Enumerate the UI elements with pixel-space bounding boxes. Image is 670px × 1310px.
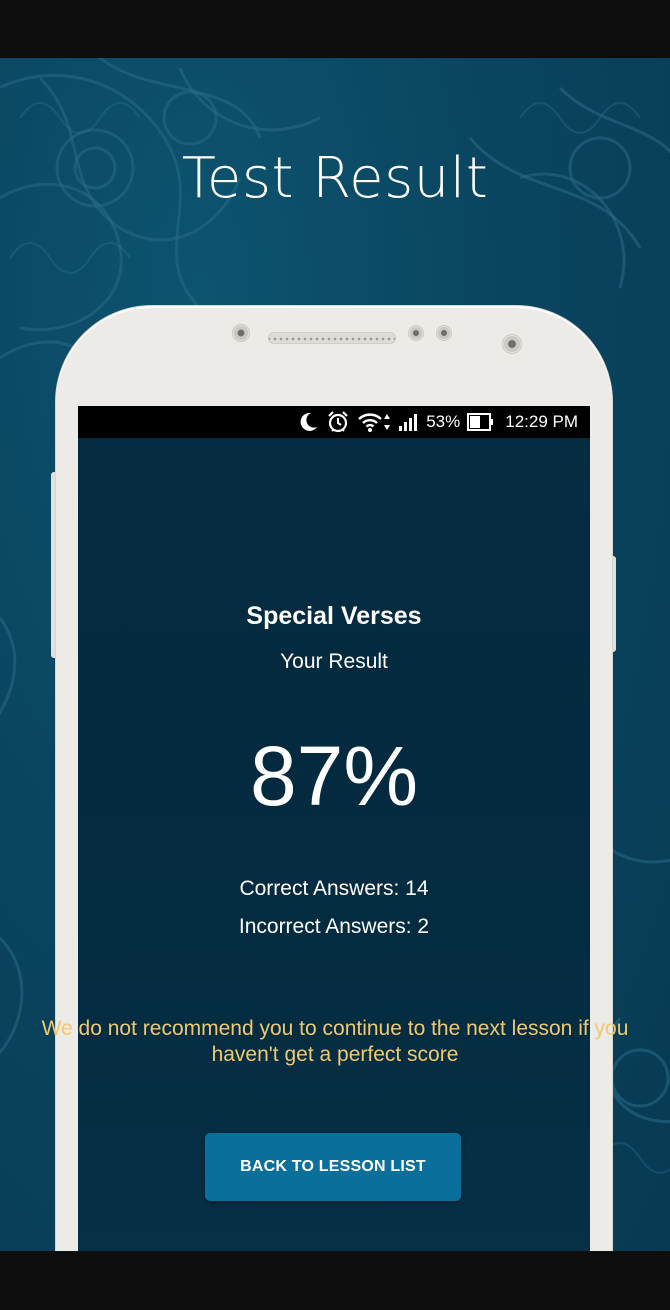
- battery-percent: 53%: [426, 412, 461, 431]
- correct-answers: Correct Answers: 14: [239, 877, 429, 900]
- perfect-score-warning: We do not recommend you to continue to t…: [41, 1017, 629, 1066]
- status-bar: 53% 12:29 PM: [78, 406, 590, 438]
- signal-icon: [398, 412, 420, 432]
- wifi-icon: [357, 411, 391, 433]
- promo-title: Test Result: [181, 146, 489, 211]
- lesson-title: Special Verses: [246, 602, 422, 630]
- light-sensor-icon: [436, 325, 452, 341]
- score-percent: 87%: [249, 729, 419, 823]
- moon-icon: [297, 411, 319, 433]
- earpiece-speaker: [268, 332, 396, 344]
- bottom-letterbox: [0, 1251, 670, 1310]
- front-camera-icon: [502, 334, 522, 354]
- proximity-sensor-icon: [408, 325, 424, 341]
- back-to-lesson-list-button[interactable]: BACK TO LESSON LIST: [205, 1133, 461, 1201]
- result-subtitle: Your Result: [280, 650, 388, 673]
- status-time: 12:29 PM: [505, 412, 578, 431]
- app-screen: 53% 12:29 PM Special Verses Your Result …: [78, 406, 590, 1251]
- top-letterbox: [0, 0, 670, 58]
- incorrect-answers: Incorrect Answers: 2: [238, 915, 430, 938]
- battery-icon: [467, 412, 495, 432]
- alarm-icon: [326, 410, 350, 434]
- front-sensor-icon: [232, 324, 250, 342]
